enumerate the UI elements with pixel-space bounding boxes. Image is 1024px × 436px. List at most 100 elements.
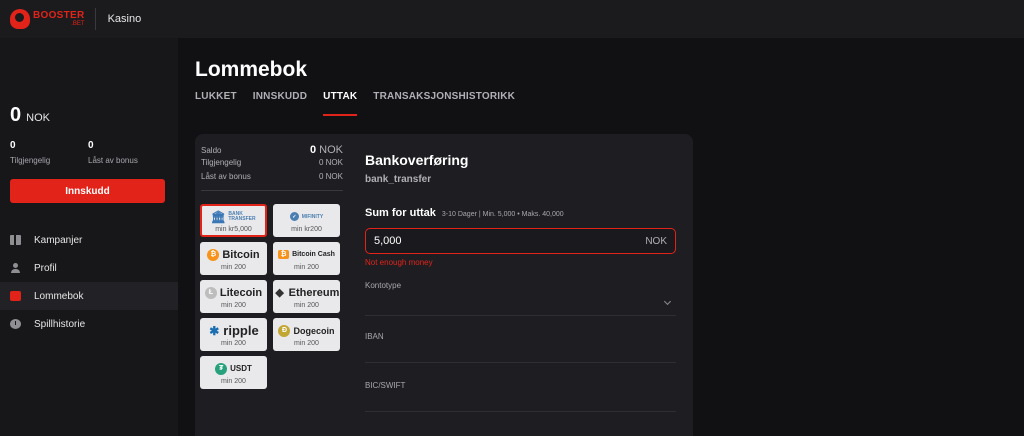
logo-sub: .BET: [71, 21, 85, 27]
amount-label: Sum for uttak: [365, 207, 436, 219]
tether-icon: ₮: [215, 362, 228, 375]
amount-input[interactable]: [374, 235, 574, 247]
sidebar-item-label: Lommebok: [34, 290, 84, 302]
bic-swift-label: BIC/SWIFT: [365, 381, 406, 390]
bonus-locked-value: 0: [88, 140, 94, 151]
clock-icon: [10, 319, 21, 329]
summary-available-label: Tilgjengelig: [201, 158, 242, 167]
mifinity-icon: ✓: [289, 212, 299, 221]
summary-bonus-value: 0 NOK: [318, 172, 343, 181]
account-type-select[interactable]: [365, 290, 676, 316]
method-name: Bitcoin Cash: [292, 251, 335, 258]
sidebar: 0 NOK 0 Tilgjengelig 0 Låst av bonus Inn…: [0, 38, 178, 436]
nav-kasino-link[interactable]: Kasino: [108, 13, 142, 25]
payment-methods: 🏛 BANK TRANSFER min kr5,000 ✓ MIFINITY m…: [200, 204, 342, 389]
method-usdt[interactable]: ₮ USDT min 200: [200, 356, 267, 389]
balance-value: 0: [10, 104, 22, 126]
method-mifinity[interactable]: ✓ MIFINITY min kr200: [273, 204, 340, 237]
method-bitcoin[interactable]: ₿ Bitcoin min 200: [200, 242, 267, 275]
sidebar-item-kampanjer[interactable]: Kampanjer: [0, 226, 178, 254]
amount-header: Sum for uttak 3-10 Dager | Min. 5,000 • …: [365, 207, 677, 219]
wallet-tabs: LUKKET INNSKUDD UTTAK TRANSAKSJONSHISTOR…: [195, 91, 531, 116]
balance-currency: NOK: [26, 112, 50, 124]
withdraw-form: Bankoverføring bank_transfer Sum for utt…: [365, 152, 677, 412]
bitcoin-cash-icon: ₿: [278, 250, 290, 259]
sidebar-item-label: Kampanjer: [34, 234, 83, 246]
withdraw-card: Saldo 0 NOK Tilgjengelig 0 NOK Låst av b…: [195, 134, 693, 436]
iban-input[interactable]: [365, 341, 676, 363]
bic-swift-input[interactable]: [365, 390, 676, 412]
page-title: Lommebok: [195, 58, 308, 81]
litecoin-icon: Ł: [204, 286, 217, 299]
bank-icon: 🏛: [210, 209, 226, 224]
ethereum-icon: ◆: [275, 287, 284, 299]
sidebar-menu: Kampanjer Profil Lommebok Spillhistorie: [0, 226, 178, 338]
method-dogecoin[interactable]: Ð Dogecoin min 200: [273, 318, 340, 351]
method-min: min 200: [221, 301, 246, 309]
sidebar-item-profil[interactable]: Profil: [0, 254, 178, 282]
bank-logo-line2: TRANSFER: [228, 215, 256, 222]
iban-label: IBAN: [365, 332, 384, 341]
stat-bonus-locked: 0 Låst av bonus: [88, 140, 166, 165]
summary-available-value: 0 NOK: [318, 158, 343, 167]
balance: 0 NOK: [10, 104, 50, 127]
dogecoin-icon: Ð: [278, 324, 291, 337]
tab-lukket[interactable]: LUKKET: [195, 91, 237, 116]
method-name: Litecoin: [219, 286, 263, 299]
sidebar-item-label: Spillhistorie: [34, 318, 86, 330]
method-name: MIFINITY: [301, 213, 324, 220]
amount-limits: 3-10 Dager | Min. 5,000 • Maks. 40,000: [441, 211, 564, 218]
method-min: min 200: [221, 263, 246, 271]
logo-word: BOOSTER: [33, 10, 85, 21]
tab-uttak[interactable]: UTTAK: [323, 91, 358, 116]
summary-bonus-label: Låst av bonus: [201, 172, 251, 181]
balance-breakdown: 0 Tilgjengelig 0 Låst av bonus: [10, 140, 166, 165]
method-min: min 200: [294, 301, 319, 309]
bonus-locked-label: Låst av bonus: [88, 156, 138, 165]
amount-error: Not enough money: [365, 258, 433, 267]
tab-innskudd[interactable]: INNSKUDD: [253, 91, 307, 116]
top-divider: [94, 8, 96, 30]
logo-mark-icon: [10, 9, 30, 29]
method-name: ripple: [223, 323, 259, 338]
method-min: min 200: [294, 263, 319, 271]
deposit-button[interactable]: Innskudd: [10, 179, 165, 203]
summary-row-saldo: Saldo 0 NOK: [201, 144, 343, 158]
account-type-label: Kontotype: [365, 281, 402, 290]
summary-divider: [201, 190, 343, 191]
gift-icon: [10, 235, 21, 245]
bitcoin-icon: ₿: [207, 248, 220, 261]
summary-row-available: Tilgjengelig 0 NOK: [201, 158, 343, 172]
method-name: USDT: [230, 364, 252, 373]
method-bitcoin-cash[interactable]: ₿ Bitcoin Cash min 200: [273, 242, 340, 275]
top-bar: BOOSTER .BET Kasino: [0, 0, 1024, 38]
sidebar-item-spillhistorie[interactable]: Spillhistorie: [0, 310, 178, 338]
method-bank-transfer[interactable]: 🏛 BANK TRANSFER min kr5,000: [200, 204, 267, 237]
method-ripple[interactable]: ✱ ripple min 200: [200, 318, 267, 351]
method-code: bank_transfer: [365, 174, 432, 185]
amount-currency: NOK: [645, 235, 667, 247]
summary-row-bonus: Låst av bonus 0 NOK: [201, 172, 343, 186]
saldo-value: 0 NOK: [309, 144, 343, 156]
balance-summary: Saldo 0 NOK Tilgjengelig 0 NOK Låst av b…: [201, 144, 343, 197]
saldo-label: Saldo: [201, 146, 222, 155]
tab-transaksjonshistorikk[interactable]: TRANSAKSJONSHISTORIKK: [373, 91, 515, 116]
amount-field: NOK: [365, 228, 676, 254]
method-min: min 200: [221, 339, 246, 347]
stat-available: 0 Tilgjengelig: [10, 140, 88, 165]
chevron-down-icon: [663, 297, 672, 305]
method-min: min kr5,000: [215, 225, 252, 233]
method-ethereum[interactable]: ◆ Ethereum min 200: [273, 280, 340, 313]
sidebar-item-lommebok[interactable]: Lommebok: [0, 282, 178, 310]
method-name: Ethereum: [288, 286, 340, 299]
method-min: min kr200: [291, 225, 322, 233]
method-litecoin[interactable]: Ł Litecoin min 200: [200, 280, 267, 313]
wallet-icon: [10, 291, 21, 301]
method-min: min 200: [221, 377, 246, 385]
method-title: Bankoverføring: [365, 152, 469, 168]
user-icon: [10, 263, 21, 273]
booster-logo[interactable]: BOOSTER .BET: [10, 5, 85, 33]
method-name: Dogecoin: [293, 325, 335, 336]
method-min: min 200: [294, 339, 319, 347]
available-value: 0: [10, 140, 16, 151]
